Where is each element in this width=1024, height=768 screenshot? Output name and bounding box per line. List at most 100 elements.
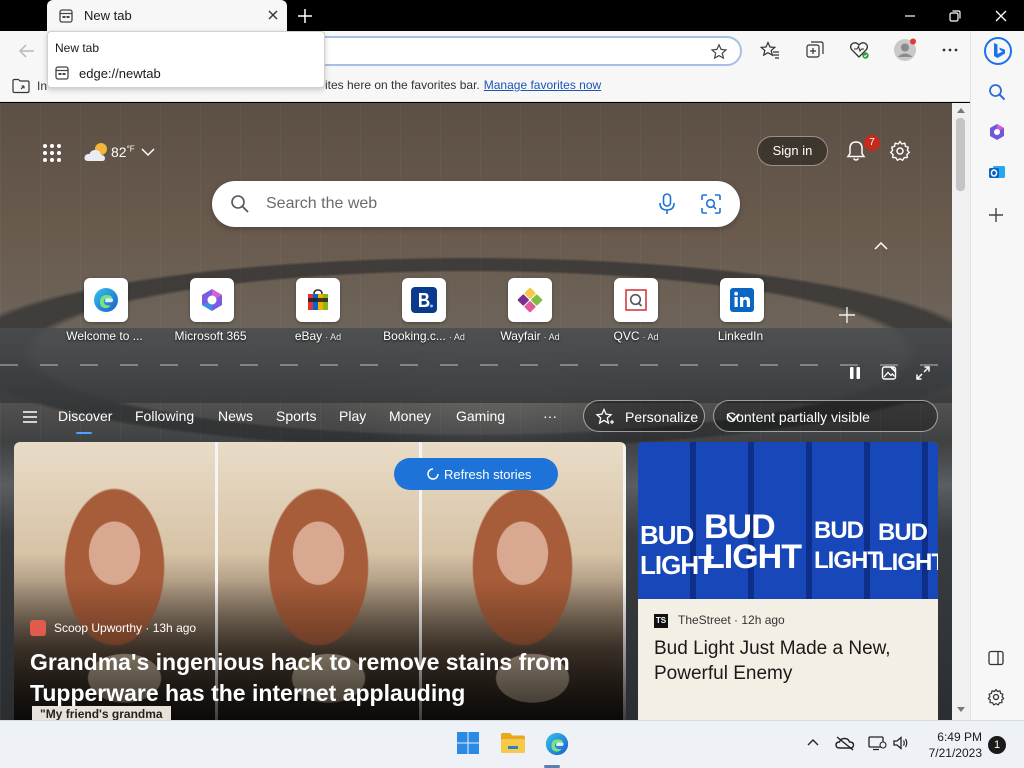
edge-sidebar [970,31,1024,720]
nav-tab-play[interactable]: Play [339,408,366,424]
minimize-icon[interactable] [900,6,920,26]
edge-browser-icon[interactable] [544,731,570,757]
chevron-up-icon[interactable] [873,240,889,252]
wayfair-logo-icon [508,278,552,322]
visual-search-camera-icon[interactable] [700,193,722,215]
import-favorites-folder-icon[interactable] [12,78,30,94]
hide-sidebar-panel-icon[interactable] [987,649,1005,667]
profile-avatar-icon[interactable] [893,38,917,62]
nav-tab-following[interactable]: Following [135,408,194,424]
sign-in-button[interactable]: Sign in [757,136,828,166]
nav-tab-discover[interactable]: Discover [58,408,112,434]
restore-icon[interactable] [945,6,965,26]
add-favorite-star-icon[interactable] [710,43,728,61]
settings-more-icon[interactable] [941,40,959,60]
clock-date: 7/21/2023 [928,746,982,760]
windows-taskbar: 6:49 PM 7/21/2023 1 [0,720,1024,768]
clock-time: 6:49 PM [937,730,982,744]
partly-cloudy-icon [84,141,112,163]
new-tab-button[interactable] [294,6,316,26]
system-clock[interactable]: 6:49 PM 7/21/2023 [920,729,982,761]
search-input[interactable] [264,191,624,217]
outlook-icon[interactable] [988,163,1006,181]
edge-logo-icon [84,278,128,322]
quick-link-name: Welcome to ... [66,329,143,343]
ebay-bag-icon [296,278,340,322]
quick-link-name: Booking.c... [383,329,446,343]
add-sidebar-app-plus-icon[interactable] [988,207,1004,223]
onedrive-offline-icon[interactable] [835,735,855,751]
nav-tab-news[interactable]: News [218,408,253,424]
network-display-icon[interactable] [867,735,887,751]
can-label: BUD LIGHT [704,508,802,576]
microphone-icon[interactable] [658,193,676,215]
chevron-down-icon[interactable] [141,147,155,157]
quick-link-microsoft-365[interactable]: Microsoft 365 [162,278,262,346]
new-tab-page: 82°F Sign in 7 Welcome to ... [0,103,952,720]
add-quick-link-plus-icon[interactable] [838,306,856,324]
scroll-up-arrow-icon[interactable] [957,107,965,113]
quick-link-wayfair[interactable]: Wayfair · Ad [480,278,580,346]
microsoft-365-logo-icon [190,278,234,322]
quick-link-label: Microsoft 365 [162,329,262,343]
nav-more-button[interactable]: ··· [543,408,557,424]
content-visibility-dropdown[interactable]: Content partially visible [713,400,938,432]
file-explorer-icon[interactable] [500,731,526,755]
collections-icon[interactable] [805,40,825,60]
scrollbar-thumb[interactable] [956,118,965,191]
favorites-bar-text: ites here on the favorites bar. [325,78,480,92]
chevron-down-icon [726,412,925,422]
sidebar-settings-gear-icon[interactable] [987,688,1005,706]
address-bar[interactable] [300,36,742,66]
quick-link-name: Microsoft 365 [174,329,247,343]
personalize-label: Personalize [625,409,699,425]
expand-fullscreen-icon[interactable] [915,365,931,381]
page-scrollbar[interactable] [952,103,970,720]
tab-new-tab[interactable]: New tab [47,0,287,31]
quick-link-booking[interactable]: Booking.c... · Ad [374,278,474,346]
main-story-title[interactable]: Grandma's ingenious hack to remove stain… [30,647,600,709]
booking-logo-icon [402,278,446,322]
can-label: BUD LIGHT [814,517,882,574]
microsoft-365-icon[interactable] [988,123,1006,141]
hamburger-menu-icon[interactable] [22,410,38,424]
windows-start-icon[interactable] [456,731,480,755]
weather-temp-value: 82 [111,144,127,160]
quick-link-label: QVC · Ad [586,329,686,343]
can-label: BUD LIGHT [640,520,714,580]
quick-link-name: eBay [294,329,323,343]
favorites-bar-message: ites here on the favorites bar. Manage fa… [325,78,601,92]
quick-link-ebay[interactable]: eBay · Ad [268,278,368,346]
qvc-logo-icon [614,278,658,322]
quick-link-welcome[interactable]: Welcome to ... [56,278,156,346]
notification-center-badge[interactable]: 1 [988,736,1006,754]
back-arrow-icon[interactable] [16,40,38,62]
title-bar: New tab [0,0,1024,31]
personalize-button[interactable]: Personalize [583,400,705,432]
browser-essentials-heart-icon[interactable] [849,40,871,60]
nav-tab-money[interactable]: Money [389,408,431,424]
bing-chat-icon[interactable] [983,36,1013,66]
search-icon[interactable] [988,83,1006,101]
background-image-info-icon[interactable] [881,365,897,381]
quick-link-name: Wayfair [500,329,541,343]
close-tab-icon[interactable] [267,9,279,21]
volume-speaker-icon[interactable] [892,735,910,751]
tooltip-title: New tab [55,41,100,55]
scroll-down-arrow-icon[interactable] [957,707,965,713]
page-settings-gear-icon[interactable] [889,140,911,162]
favorites-icon[interactable] [760,40,780,60]
side-story-card[interactable]: BUD LIGHT BUD LIGHT BUD LIGHT BUD LIGH T … [638,442,938,720]
quick-link-qvc[interactable]: QVC · Ad [586,278,686,346]
nav-tab-gaming[interactable]: Gaming [456,408,505,424]
pause-background-icon[interactable] [847,365,863,381]
tooltip-url: edge://newtab [79,66,161,81]
show-hidden-icons-chevron-icon[interactable] [805,735,821,751]
nav-tab-sports[interactable]: Sports [276,408,316,424]
quick-link-linkedin[interactable]: LinkedIn [692,278,792,346]
manage-favorites-link[interactable]: Manage favorites now [484,78,601,92]
close-window-icon[interactable] [991,6,1011,26]
side-story-title[interactable]: Bud Light Just Made a New, Powerful Enem… [654,636,924,686]
app-launcher-grid-icon[interactable] [42,143,62,163]
refresh-stories-button[interactable]: Refresh stories [394,458,558,490]
